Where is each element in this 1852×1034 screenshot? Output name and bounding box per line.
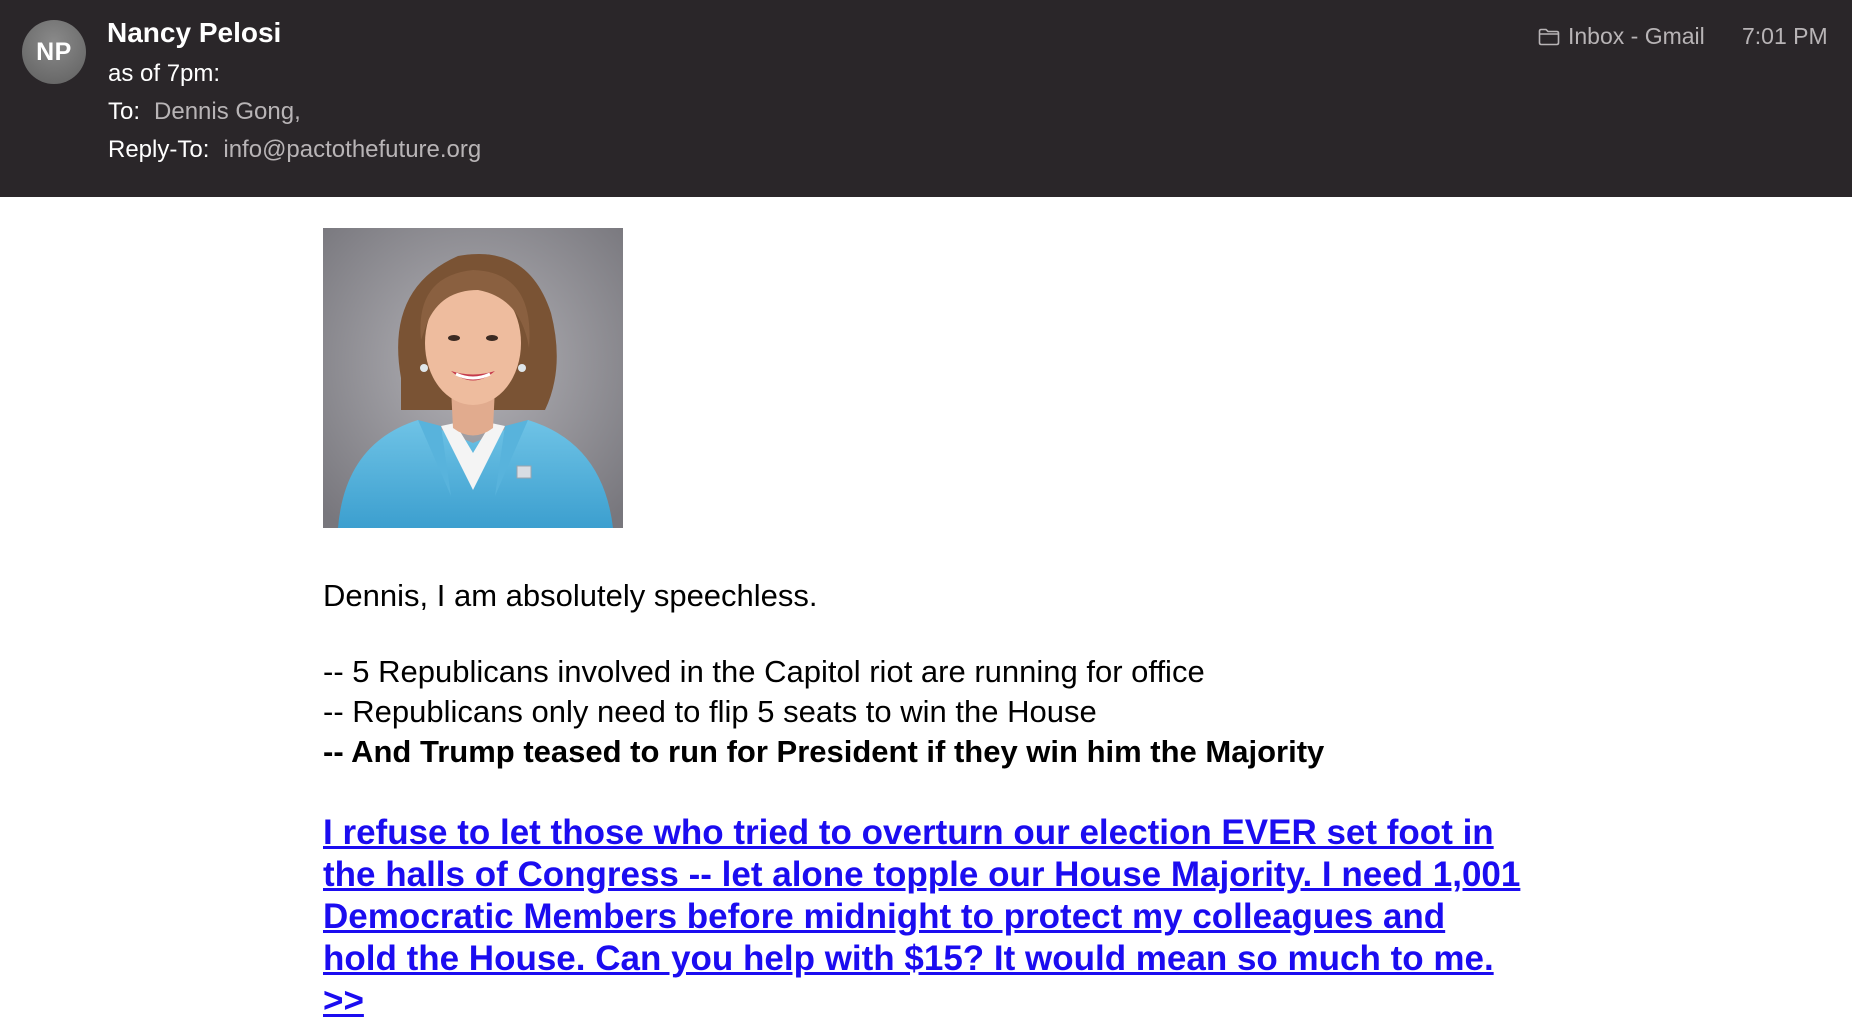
mailbox-location[interactable]: Inbox - Gmail [1538, 23, 1705, 50]
message-time: 7:01 PM [1742, 23, 1828, 49]
reply-to-row: Reply-To: info@pactothefuture.org [108, 136, 481, 164]
list-item: -- Republicans only need to flip 5 seats… [323, 694, 1097, 729]
portrait-image [323, 228, 623, 528]
donate-link[interactable]: I refuse to let those who tried to overt… [323, 812, 1523, 1022]
bullet-list: -- 5 Republicans involved in the Capitol… [323, 652, 1523, 772]
to-label: To: [108, 98, 141, 125]
sender-name[interactable]: Nancy Pelosi [107, 17, 281, 49]
folder-icon [1538, 28, 1560, 45]
avatar[interactable]: NP [22, 20, 86, 84]
message-body: Dennis, I am absolutely speechless. -- 5… [323, 228, 1523, 1022]
to-row: To: Dennis Gong, [108, 98, 301, 126]
list-item: -- And Trump teased to run for President… [323, 734, 1325, 769]
message-header: NP Nancy Pelosi as of 7pm: To: Dennis Gon… [0, 0, 1852, 197]
list-item: -- 5 Republicans involved in the Capitol… [323, 654, 1205, 689]
to-recipient[interactable]: Dennis Gong, [154, 98, 301, 125]
subject-line: as of 7pm: [108, 60, 221, 87]
reply-to-address[interactable]: info@pactothefuture.org [223, 136, 481, 163]
greeting-text: Dennis, I am absolutely speechless. [323, 578, 818, 613]
mailbox-label: Inbox - Gmail [1568, 23, 1705, 49]
reply-to-label: Reply-To: [108, 136, 210, 163]
